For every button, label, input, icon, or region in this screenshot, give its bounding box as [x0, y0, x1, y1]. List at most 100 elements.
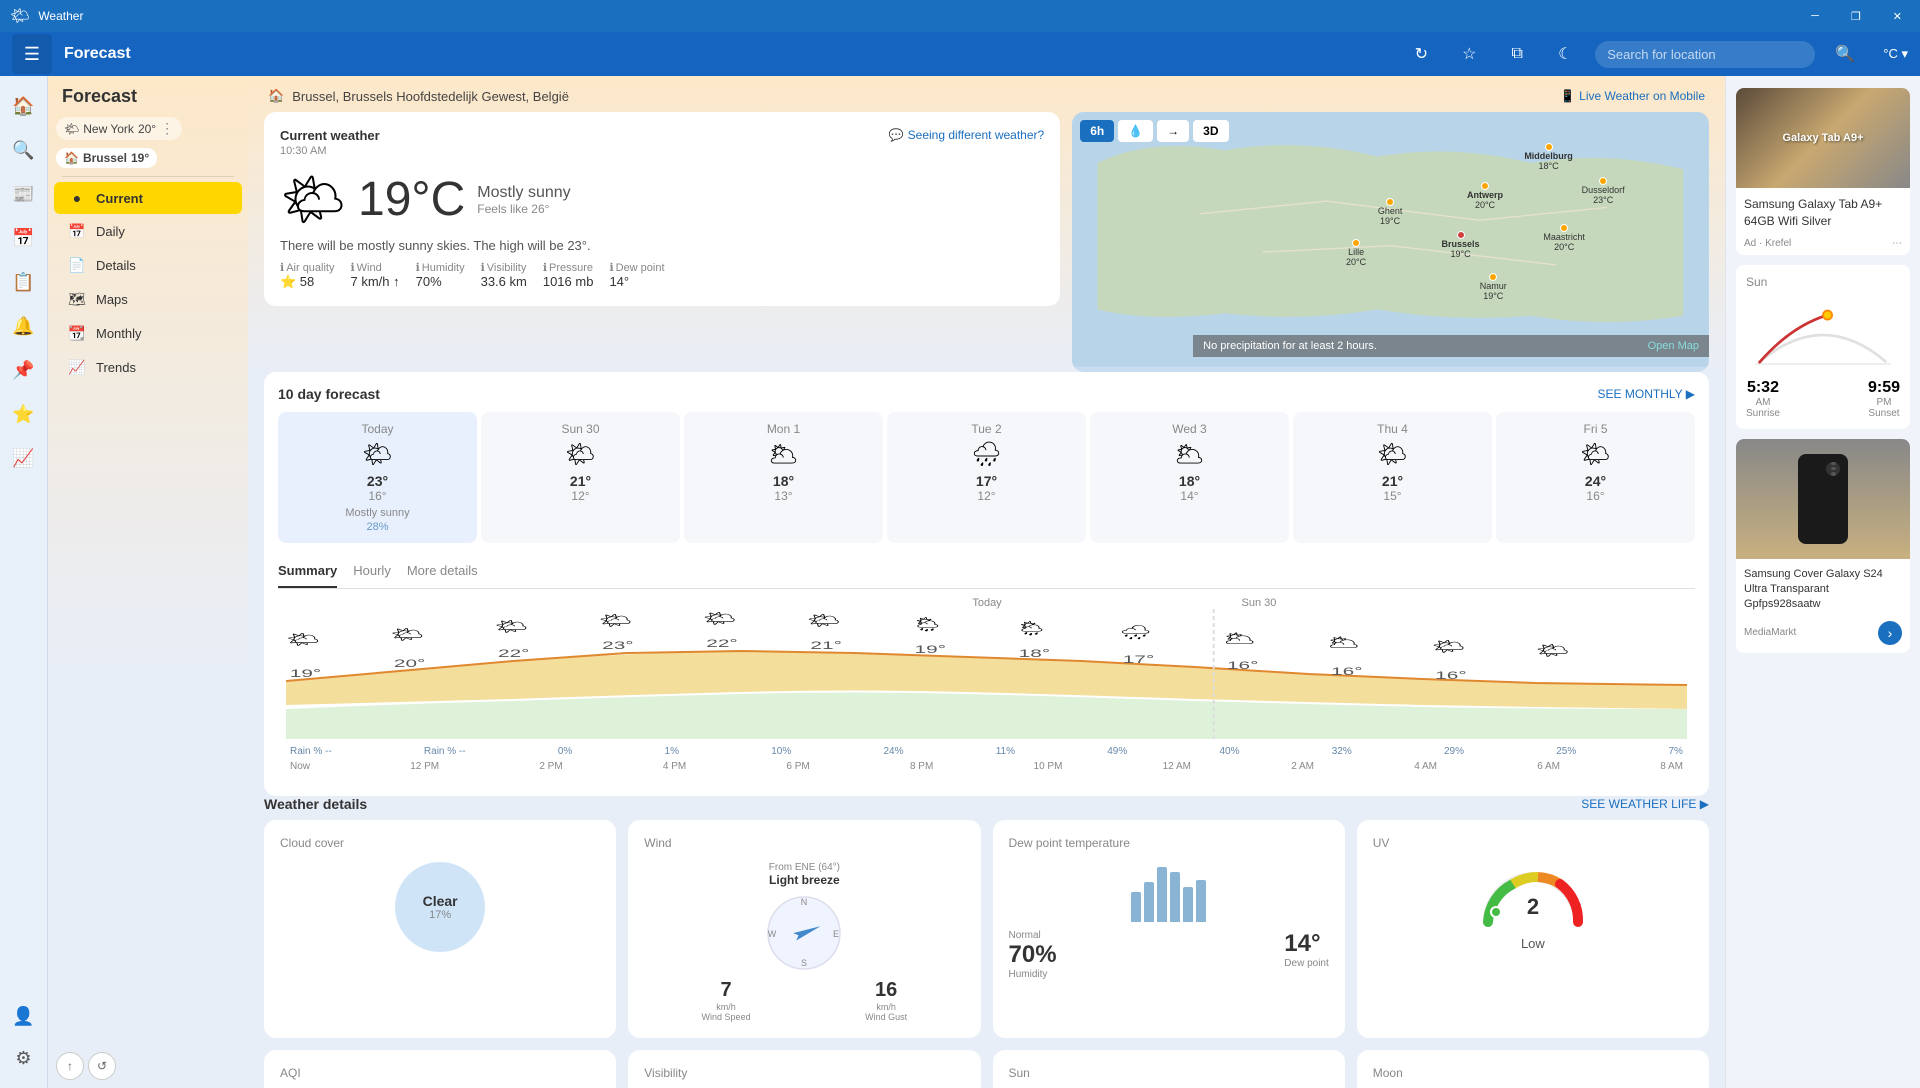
- forecast-menu-item-daily[interactable]: 📅 Daily: [54, 215, 242, 248]
- refresh-button[interactable]: ↻: [1403, 36, 1439, 72]
- location-chip-newyork[interactable]: 🌤 New York 20° ⋮: [56, 117, 182, 140]
- fd-high-0: 23°: [286, 473, 469, 489]
- sidebar-star-icon[interactable]: ⭐: [4, 394, 44, 434]
- location-chip-brussel[interactable]: 🏠 Brussel 19°: [56, 148, 157, 168]
- forecast-day-4[interactable]: Wed 3 🌥 18° 14°: [1090, 412, 1289, 543]
- main-and-right: 🏠 Brussel, Brussels Hoofdstedelijk Gewes…: [248, 76, 1920, 1088]
- search-input[interactable]: [1595, 41, 1815, 68]
- stat-pressure: ℹ Pressure 1016 mb: [543, 261, 594, 290]
- forecast-menu-item-monthly[interactable]: 📆 Monthly: [54, 317, 242, 350]
- see-different-weather-button[interactable]: 💬 Seeing different weather?: [889, 128, 1045, 142]
- sidebar-calendar-icon[interactable]: 📅: [4, 218, 44, 258]
- map-wind-button[interactable]: →: [1157, 120, 1189, 142]
- aqi-title: AQI: [280, 1066, 600, 1080]
- forecast-menu-item-maps[interactable]: 🗺 Maps: [54, 283, 242, 316]
- svg-text:W: W: [768, 929, 777, 939]
- sidebar-search-icon[interactable]: 🔍: [4, 130, 44, 170]
- visibility-card: Visibility: [628, 1050, 980, 1088]
- fd-date-0: Today: [286, 422, 469, 436]
- sidebar-news-icon[interactable]: 📰: [4, 174, 44, 214]
- tab-more-details[interactable]: More details: [407, 555, 478, 588]
- fd-date-1: Sun 30: [489, 422, 672, 436]
- forecast-menu-item-trends[interactable]: 📈 Trends: [54, 351, 242, 384]
- close-button[interactable]: ✕: [1885, 0, 1910, 32]
- fd-precip-0: 28%: [286, 521, 469, 533]
- live-weather-link[interactable]: 📱 Live Weather on Mobile: [1560, 89, 1705, 103]
- sun-times: 5:32 AMSunrise 9:59 PMSunset: [1746, 379, 1900, 419]
- time-label-9: 4 AM: [1414, 761, 1437, 772]
- dew-bars: [1009, 862, 1329, 922]
- forecast-menu-item-details[interactable]: 📄 Details: [54, 249, 242, 282]
- fd-low-5: 15°: [1301, 489, 1484, 503]
- wind-gust-unit: km/h Wind Gust: [865, 1002, 907, 1022]
- hamburger-menu-icon[interactable]: ☰: [12, 34, 52, 74]
- sidebar-settings-icon[interactable]: ⚙: [4, 1038, 44, 1078]
- temp-unit-selector[interactable]: °C ▾: [1883, 46, 1908, 62]
- map-rain-button[interactable]: 💧: [1118, 120, 1153, 142]
- sidebar-home-icon[interactable]: 🏠: [4, 86, 44, 126]
- current-weather-section: Current weather 10:30 AM 💬 Seeing differ…: [264, 112, 1709, 372]
- home-icon: 🏠: [64, 151, 79, 165]
- forecast-day-2[interactable]: Mon 1 🌥 18° 13°: [684, 412, 883, 543]
- fd-icon-3: 🌧: [895, 440, 1078, 469]
- sidebar-chart-icon[interactable]: 📈: [4, 438, 44, 478]
- stat-dew-point: ℹ Dew point 14°: [609, 261, 664, 290]
- cw-title-block: Current weather 10:30 AM: [280, 128, 380, 157]
- scroll-up-button[interactable]: ↑: [56, 1052, 84, 1080]
- forecast-day-0[interactable]: Today 🌤 23° 16° Mostly sunny 28%: [278, 412, 477, 543]
- see-weather-life-button[interactable]: SEE WEATHER LIFE ▶: [1581, 797, 1709, 811]
- theme-toggle-button[interactable]: ☾: [1547, 36, 1583, 72]
- fd-low-0: 16°: [286, 489, 469, 503]
- forecast-day-5[interactable]: Thu 4 🌤 21° 15°: [1293, 412, 1492, 543]
- more-icon[interactable]: ⋮: [160, 120, 174, 137]
- dew-val: 14°: [1284, 930, 1328, 958]
- sidebar-notification-icon[interactable]: 🔔: [4, 306, 44, 346]
- ad2-text[interactable]: Samsung Cover Galaxy S24 Ultra Transpara…: [1736, 559, 1910, 621]
- tab-summary[interactable]: Summary: [278, 555, 337, 588]
- fd-icon-4: 🌥: [1098, 440, 1281, 469]
- weather-details-title: Weather details: [264, 796, 367, 812]
- sidebar-profile-icon[interactable]: 👤: [4, 996, 44, 1036]
- ad2-next-button[interactable]: ›: [1878, 621, 1902, 645]
- rain-pct-8: 32%: [1332, 746, 1352, 757]
- forecast-menu-item-current[interactable]: ● Current: [54, 182, 242, 214]
- forecast-day-3[interactable]: Tue 2 🌧 17° 12°: [887, 412, 1086, 543]
- ad1-text[interactable]: Samsung Galaxy Tab A9+ 64GB Wifi Silver: [1736, 188, 1910, 238]
- sidebar-list-icon[interactable]: 📋: [4, 262, 44, 302]
- fd-date-3: Tue 2: [895, 422, 1078, 436]
- svg-text:🌥: 🌥: [1223, 631, 1257, 646]
- svg-text:17°: 17°: [1123, 653, 1154, 666]
- forecast-day-6[interactable]: Fri 5 🌤 24° 16°: [1496, 412, 1695, 543]
- split-view-button[interactable]: ⧉: [1499, 36, 1535, 72]
- sunrise-time: 5:32: [1746, 379, 1780, 397]
- uv-card: UV: [1357, 820, 1709, 1038]
- forecast-day-1[interactable]: Sun 30 🌤 21° 12°: [481, 412, 680, 543]
- favorite-button[interactable]: ☆: [1451, 36, 1487, 72]
- humidity-block: Normal 70% Humidity: [1009, 930, 1057, 980]
- search-button[interactable]: 🔍: [1827, 36, 1863, 72]
- open-map-button[interactable]: Open Map: [1648, 340, 1699, 352]
- menu-label-daily: Daily: [96, 224, 125, 239]
- map-6h-button[interactable]: 6h: [1080, 120, 1114, 142]
- wind-value: 7 km/h ↑: [350, 274, 399, 289]
- svg-text:2: 2: [1527, 894, 1539, 919]
- dew-bar-6: [1196, 880, 1206, 922]
- info-icon-hum: ℹ: [416, 261, 420, 274]
- ad2-image: [1736, 439, 1910, 559]
- location-bar: 🌤 New York 20° ⋮ 🏠 Brussel 19°: [48, 113, 248, 172]
- see-monthly-button[interactable]: SEE MONTHLY ▶: [1598, 387, 1695, 401]
- ad2-footer: MediaMarkt ›: [1736, 621, 1910, 653]
- ad1-report-icon[interactable]: ⋯: [1892, 238, 1902, 249]
- brussel-temp: 19°: [131, 151, 149, 165]
- wind-gust-val: 16: [865, 979, 907, 1002]
- humidity-pct: 70%: [1009, 941, 1057, 969]
- sun-card-title: Sun: [1746, 275, 1900, 289]
- fd-low-2: 13°: [692, 489, 875, 503]
- minimize-button[interactable]: ─: [1803, 0, 1827, 32]
- cloud-pct: 17%: [429, 909, 451, 921]
- refresh-small-button[interactable]: ↺: [88, 1052, 116, 1080]
- tab-hourly[interactable]: Hourly: [353, 555, 391, 588]
- map-3d-button[interactable]: 3D: [1193, 120, 1228, 142]
- sidebar-pin-icon[interactable]: 📌: [4, 350, 44, 390]
- restore-button[interactable]: ❐: [1843, 0, 1869, 32]
